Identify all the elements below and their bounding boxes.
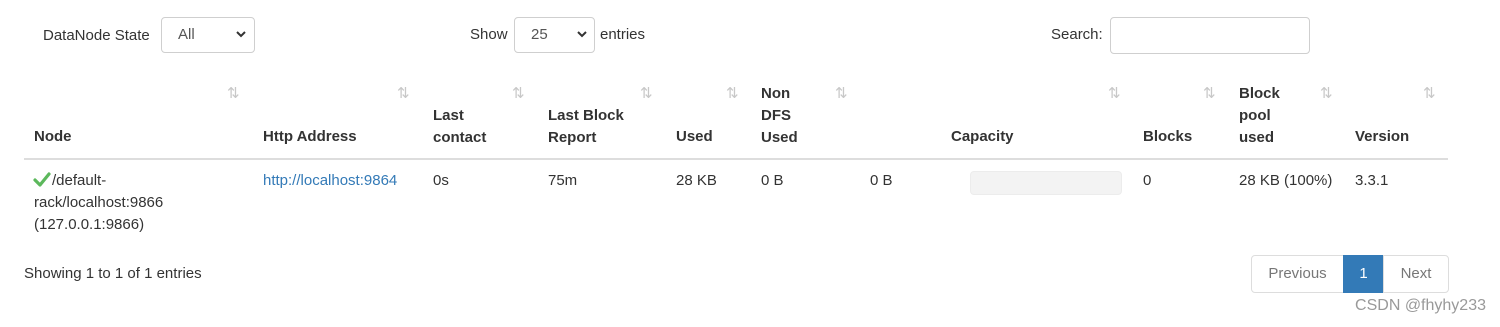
th-version[interactable]: Version: [1355, 126, 1409, 148]
watermark: CSDN @fhyhy233: [1355, 297, 1486, 314]
capacity-progress-bar: [970, 171, 1122, 195]
blocks-value: 0: [1143, 172, 1152, 189]
block-pool-used-value: 28 KB (100%): [1239, 172, 1333, 189]
sort-icon: ⇅: [397, 85, 409, 102]
check-icon: [33, 172, 51, 187]
sort-icon: ⇅: [835, 85, 847, 102]
entries-label: entries: [600, 26, 646, 43]
th-http-address[interactable]: Http Address: [263, 126, 357, 148]
th-last-block-report[interactable]: Last Block Report: [548, 105, 624, 149]
th-used[interactable]: Used: [676, 126, 713, 148]
th-non-dfs-line2: DFS: [761, 107, 791, 124]
th-non-dfs-used[interactable]: Non DFS Used: [761, 83, 798, 149]
page-1-button[interactable]: 1: [1343, 255, 1384, 293]
node-name-line3: (127.0.0.1:9866): [34, 216, 145, 233]
page-length-select[interactable]: 25: [514, 17, 595, 53]
sort-icon: ⇅: [640, 85, 652, 102]
datanode-state-label: DataNode State: [43, 27, 150, 44]
version-value: 3.3.1: [1355, 172, 1389, 189]
chevron-down-icon: [577, 31, 587, 38]
th-last-contact-line2: contact: [433, 129, 487, 146]
th-pool-line3: used: [1239, 129, 1275, 146]
th-pool-line2: pool: [1239, 107, 1271, 124]
sort-icon: ⇅: [1203, 85, 1215, 102]
sort-icon: ⇅: [1320, 85, 1332, 102]
chevron-down-icon: [236, 31, 246, 38]
datanode-state-value: All: [178, 26, 195, 43]
th-pool-line1: Block: [1239, 85, 1280, 102]
th-last-contact-line1: Last: [433, 107, 464, 124]
node-name-line1: /default-: [52, 172, 107, 189]
sort-icon: ⇅: [1423, 85, 1435, 102]
search-input[interactable]: [1110, 17, 1310, 54]
node-name-line2: rack/localhost:9866: [34, 194, 164, 211]
used-value: 28 KB: [676, 172, 717, 189]
show-label: Show: [470, 26, 508, 43]
previous-button[interactable]: Previous: [1251, 255, 1344, 293]
sort-icon: ⇅: [726, 85, 738, 102]
datanode-state-select[interactable]: All: [161, 17, 255, 53]
page-length-value: 25: [531, 26, 548, 43]
th-last-contact[interactable]: Last contact: [433, 105, 486, 149]
sort-icon: ⇅: [1108, 85, 1120, 102]
non-dfs-used-value: 0 B: [761, 172, 784, 189]
table-info: Showing 1 to 1 of 1 entries: [24, 265, 202, 282]
header-divider: [24, 158, 1448, 160]
last-contact-value: 0s: [433, 172, 449, 189]
th-block-pool-used[interactable]: Block pool used: [1239, 83, 1280, 149]
th-capacity[interactable]: Capacity: [951, 126, 1014, 148]
http-address-link[interactable]: http://localhost:9864: [263, 170, 397, 192]
next-button[interactable]: Next: [1383, 255, 1449, 293]
capacity-value: 0 B: [870, 172, 893, 189]
sort-icon: ⇅: [512, 85, 524, 102]
sort-icon: ⇅: [227, 85, 239, 102]
search-label: Search:: [1051, 26, 1103, 43]
th-last-block-line1: Last Block: [548, 107, 624, 124]
th-non-dfs-line3: Used: [761, 129, 798, 146]
th-blocks[interactable]: Blocks: [1143, 126, 1192, 148]
last-block-report-value: 75m: [548, 172, 578, 189]
th-non-dfs-line1: Non: [761, 85, 791, 102]
th-node[interactable]: Node: [34, 126, 72, 148]
th-last-block-line2: Report: [548, 129, 597, 146]
